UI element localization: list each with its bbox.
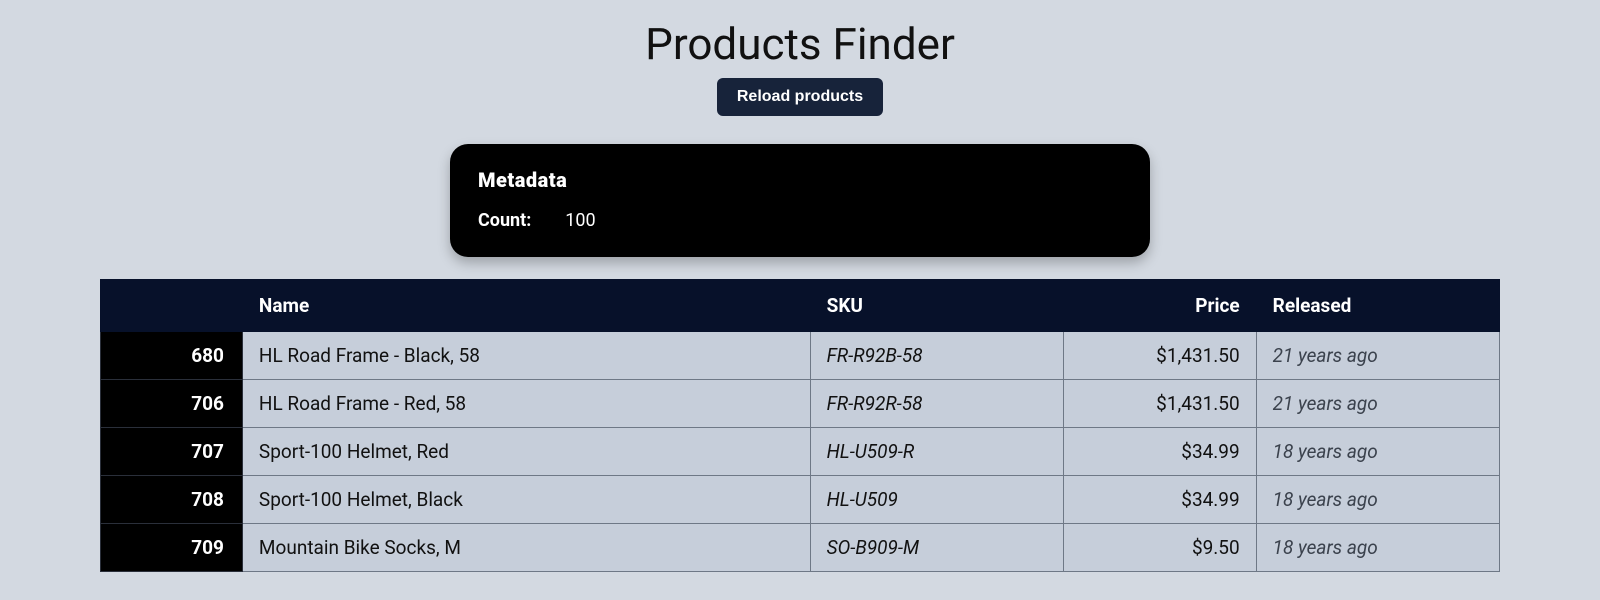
table-row: 707Sport-100 Helmet, RedHL-U509-R$34.991…	[101, 428, 1500, 476]
page-title: Products Finder	[0, 18, 1600, 70]
cell-price: $1,431.50	[1064, 380, 1257, 428]
reload-products-button[interactable]: Reload products	[717, 78, 883, 116]
cell-released: 18 years ago	[1256, 524, 1499, 572]
table-header-row: Name SKU Price Released	[101, 280, 1500, 332]
cell-sku: SO-B909-M	[810, 524, 1063, 572]
cell-name: Sport-100 Helmet, Black	[242, 476, 810, 524]
products-table: Name SKU Price Released 680HL Road Frame…	[100, 279, 1500, 572]
table-row: 706HL Road Frame - Red, 58FR-R92R-58$1,4…	[101, 380, 1500, 428]
cell-released: 18 years ago	[1256, 476, 1499, 524]
cell-id: 707	[101, 428, 243, 476]
metadata-card: Metadata Count: 100	[450, 144, 1150, 257]
cell-name: Mountain Bike Socks, M	[242, 524, 810, 572]
col-price: Price	[1064, 280, 1257, 332]
cell-released: 18 years ago	[1256, 428, 1499, 476]
cell-id: 680	[101, 332, 243, 380]
cell-sku: FR-R92B-58	[810, 332, 1063, 380]
cell-id: 709	[101, 524, 243, 572]
cell-price: $34.99	[1064, 428, 1257, 476]
cell-id: 706	[101, 380, 243, 428]
cell-sku: FR-R92R-58	[810, 380, 1063, 428]
cell-name: HL Road Frame - Red, 58	[242, 380, 810, 428]
table-row: 708Sport-100 Helmet, BlackHL-U509$34.991…	[101, 476, 1500, 524]
cell-price: $9.50	[1064, 524, 1257, 572]
cell-sku: HL-U509-R	[810, 428, 1063, 476]
cell-released: 21 years ago	[1256, 332, 1499, 380]
col-name: Name	[242, 280, 810, 332]
metadata-count-label: Count:	[478, 210, 531, 231]
col-sku: SKU	[810, 280, 1063, 332]
metadata-count-value: 100	[565, 210, 595, 231]
metadata-heading: Metadata	[478, 168, 1122, 192]
cell-price: $34.99	[1064, 476, 1257, 524]
col-released: Released	[1256, 280, 1499, 332]
cell-id: 708	[101, 476, 243, 524]
table-row: 680HL Road Frame - Black, 58FR-R92B-58$1…	[101, 332, 1500, 380]
cell-price: $1,431.50	[1064, 332, 1257, 380]
cell-released: 21 years ago	[1256, 380, 1499, 428]
table-row: 709Mountain Bike Socks, MSO-B909-M$9.501…	[101, 524, 1500, 572]
col-id	[101, 280, 243, 332]
cell-name: Sport-100 Helmet, Red	[242, 428, 810, 476]
cell-name: HL Road Frame - Black, 58	[242, 332, 810, 380]
cell-sku: HL-U509	[810, 476, 1063, 524]
